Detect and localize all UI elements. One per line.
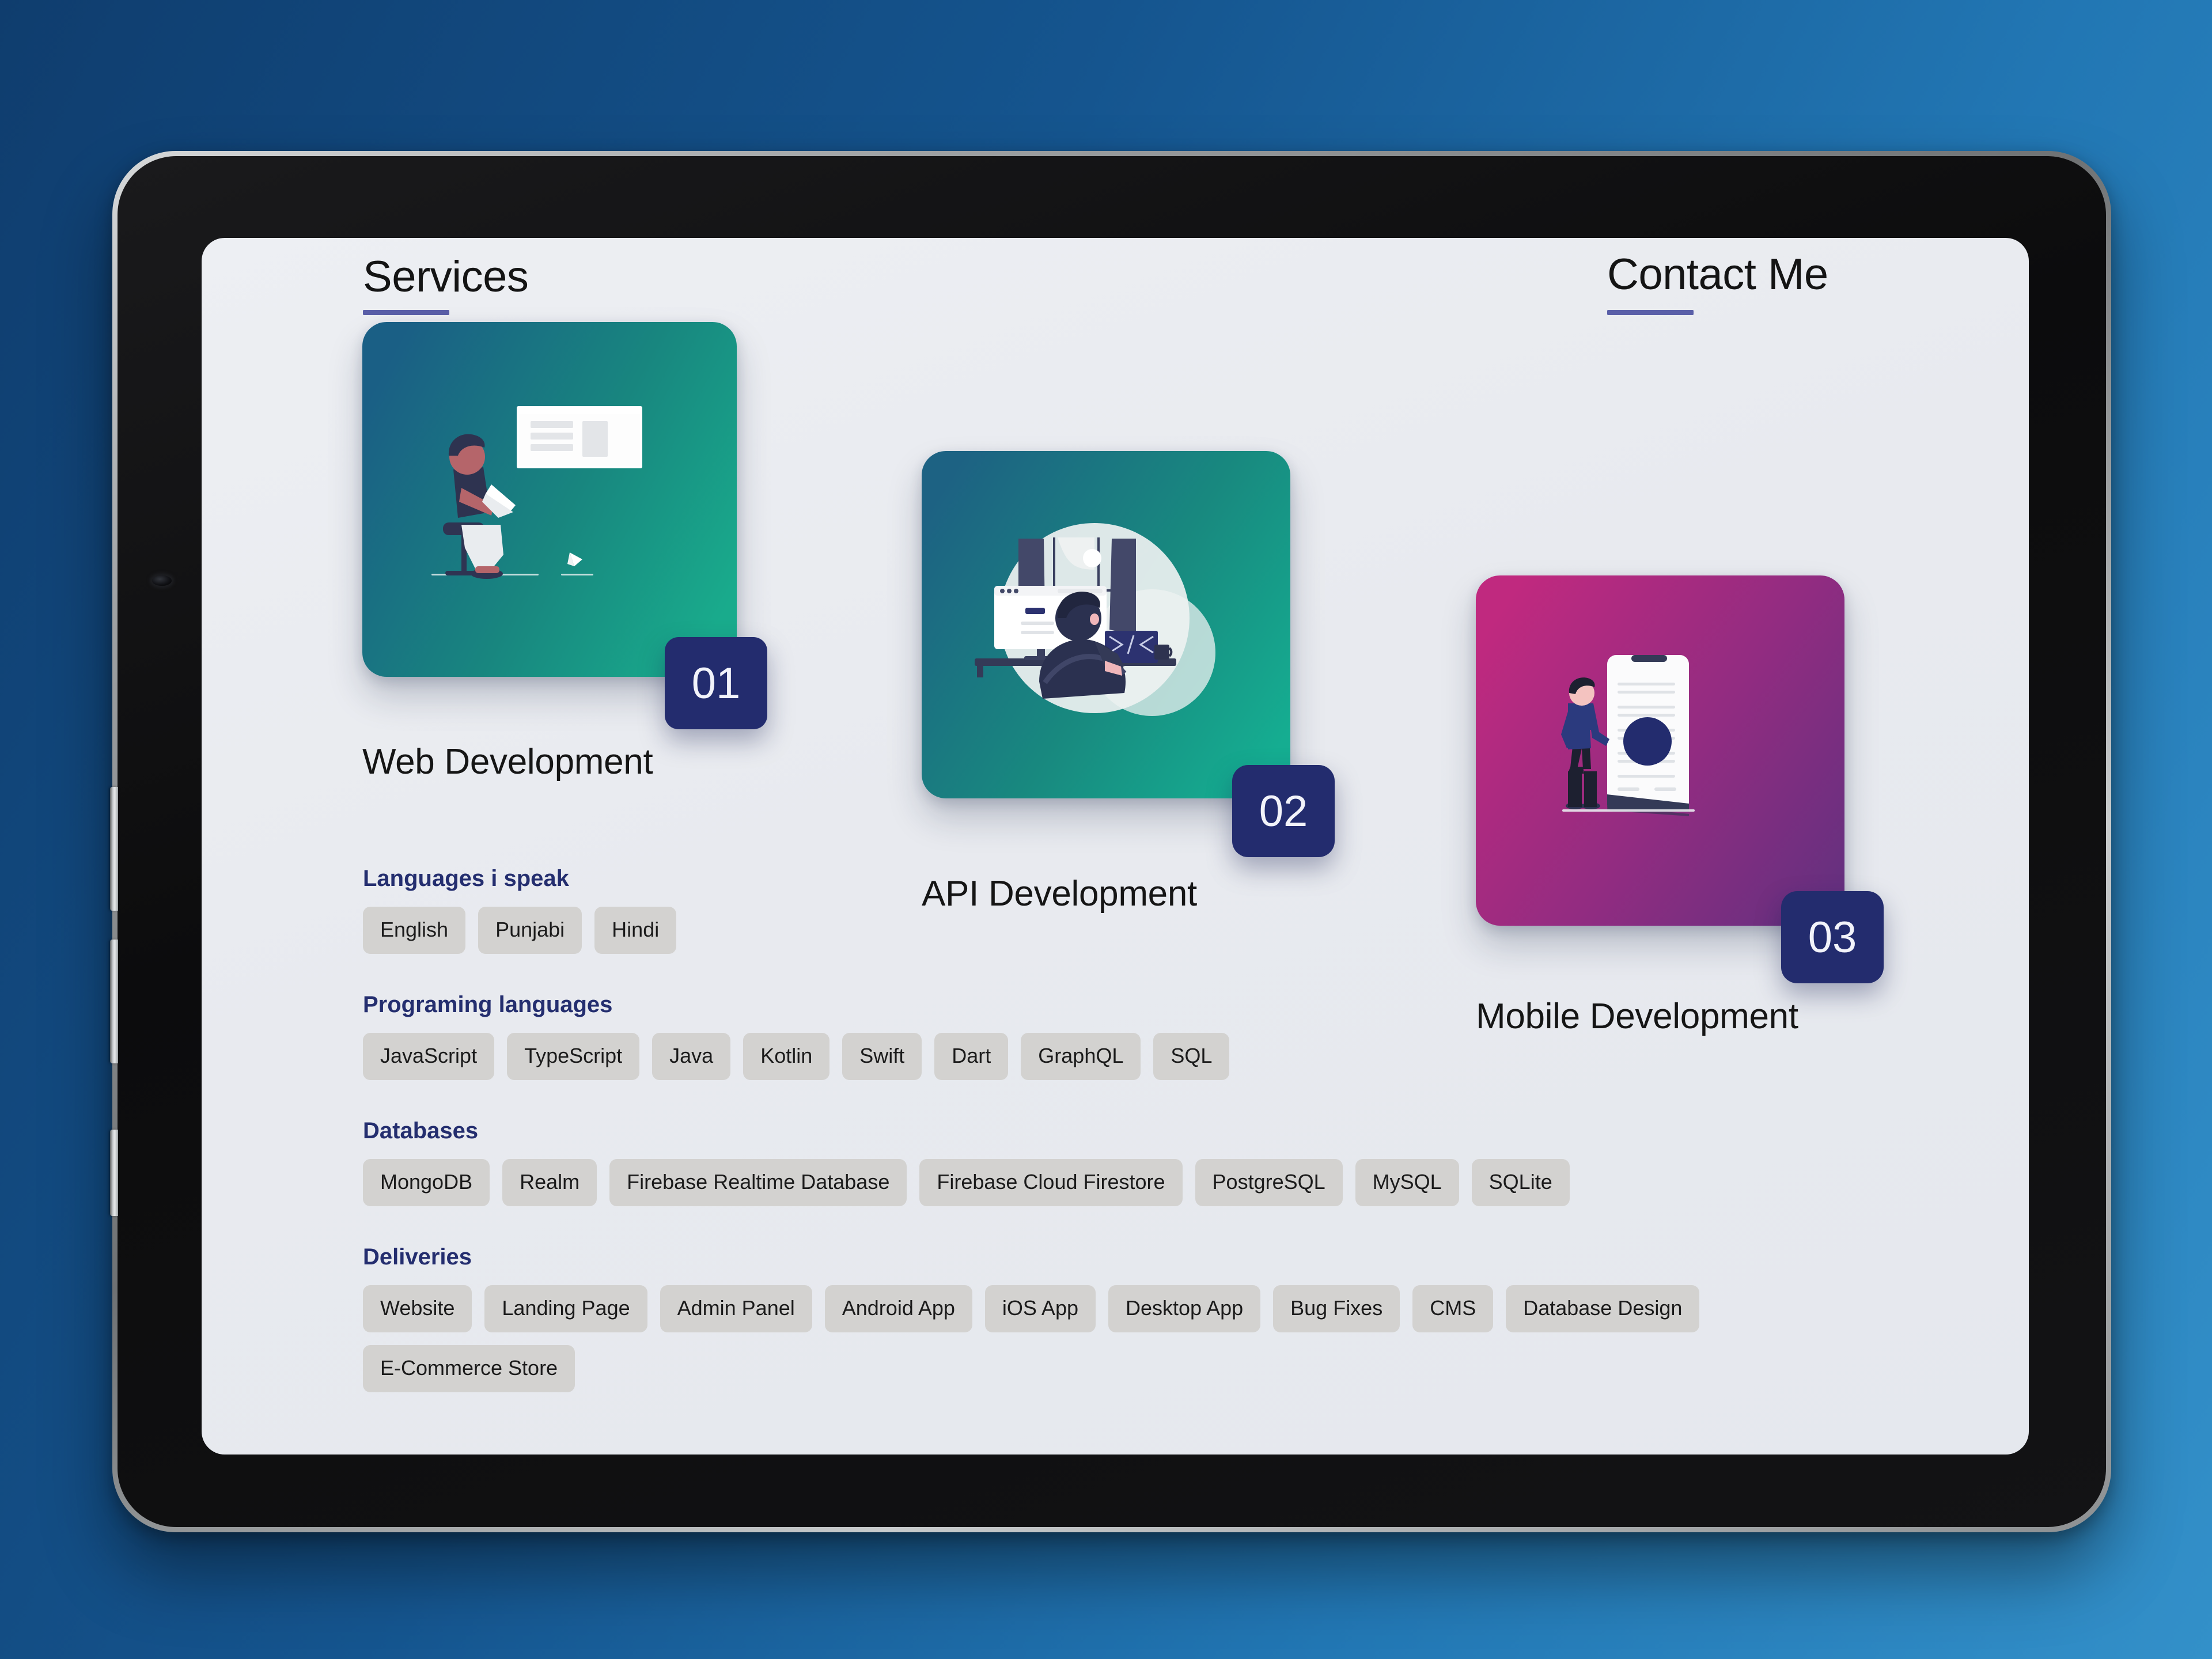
tag[interactable]: Website [363,1285,472,1332]
skill-group-title: Deliveries [363,1244,472,1270]
tag[interactable]: CMS [1412,1285,1494,1332]
api-development-illustration [922,451,1290,798]
tag[interactable]: English [363,907,466,954]
tag[interactable]: Swift [842,1033,922,1080]
tag-row: English Punjabi Hindi [363,907,1861,954]
service-title: Web Development [362,742,653,782]
tag[interactable]: Admin Panel [660,1285,812,1332]
contact-me-heading-underline [1607,310,1694,315]
tag[interactable]: Desktop App [1108,1285,1261,1332]
power-button[interactable] [110,1130,118,1216]
skill-group-languages-i-speak: Languages i speak English Punjabi Hindi [363,866,1861,954]
tag[interactable]: Punjabi [478,907,582,954]
tag-row: JavaScript TypeScript Java Kotlin Swift … [363,1033,1861,1080]
skill-group-title: Databases [363,1118,479,1143]
web-development-illustration [362,322,737,677]
services-heading-underline [363,310,449,315]
tag[interactable]: Landing Page [484,1285,647,1332]
tag[interactable]: Android App [824,1285,972,1332]
tag[interactable]: E-Commerce Store [363,1345,575,1392]
skill-group-deliveries: Deliveries Website Landing Page Admin Pa… [363,1244,1861,1392]
service-card-api-development[interactable]: 02 API Development [922,451,1335,914]
tag[interactable]: GraphQL [1021,1033,1141,1080]
skill-group-programing-languages: Programing languages JavaScript TypeScri… [363,992,1861,1080]
tag[interactable]: Bug Fixes [1273,1285,1400,1332]
tag[interactable]: Java [652,1033,731,1080]
tablet-bezel: Services Contact Me 01 Web Development 0… [110,156,2106,1527]
tag-row: Website Landing Page Admin Panel Android… [363,1285,1861,1392]
skills-area: Languages i speak English Punjabi Hindi … [363,866,1861,1430]
tablet-device: Services Contact Me 01 Web Development 0… [110,151,2111,1532]
portfolio-page: Services Contact Me 01 Web Development 0… [202,238,2029,1455]
tag[interactable]: Realm [502,1159,597,1206]
tag[interactable]: SQL [1153,1033,1230,1080]
tag[interactable]: MongoDB [363,1159,490,1206]
tag[interactable]: JavaScript [363,1033,495,1080]
tag[interactable]: Kotlin [743,1033,830,1080]
service-card-web-development[interactable]: 01 Web Development [362,322,767,782]
skill-group-databases: Databases MongoDB Realm Firebase Realtim… [363,1118,1861,1206]
tag[interactable]: Firebase Cloud Firestore [919,1159,1183,1206]
services-heading: Services [363,252,529,301]
tablet-screen: Services Contact Me 01 Web Development 0… [202,238,2029,1455]
contact-me-heading: Contact Me [1607,250,1828,299]
tag[interactable]: Database Design [1506,1285,1700,1332]
service-number-badge: 01 [665,637,767,729]
tag[interactable]: Firebase Realtime Database [609,1159,907,1206]
skill-group-title: Programing languages [363,992,613,1017]
tag-row: MongoDB Realm Firebase Realtime Database… [363,1159,1861,1206]
tag[interactable]: SQLite [1471,1159,1570,1206]
volume-up-button[interactable] [110,787,118,911]
tag[interactable]: iOS App [984,1285,1096,1332]
tag[interactable]: TypeScript [507,1033,640,1080]
tag[interactable]: PostgreSQL [1195,1159,1343,1206]
tag[interactable]: Dart [934,1033,1009,1080]
tag[interactable]: Hindi [594,907,677,954]
volume-down-button[interactable] [110,940,118,1063]
tag[interactable]: MySQL [1355,1159,1459,1206]
front-camera-icon [152,575,172,586]
service-number-badge: 02 [1232,765,1335,857]
skill-group-title: Languages i speak [363,866,569,891]
